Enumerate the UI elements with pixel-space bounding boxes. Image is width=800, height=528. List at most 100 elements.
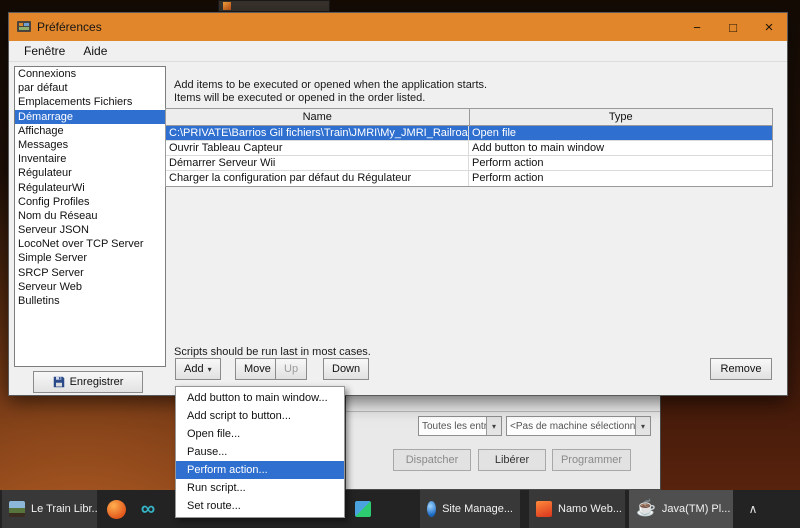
cell-type[interactable]: Add button to main window <box>469 141 772 155</box>
menu-item-add-button-to-main-window[interactable]: Add button to main window... <box>176 389 344 407</box>
taskbar-app-namo[interactable]: Namo Web... <box>529 490 625 528</box>
down-button[interactable]: Down <box>323 358 369 380</box>
taskbar-app-label: Le Train Libr... <box>31 503 97 515</box>
orange-circle-app-icon <box>107 500 126 519</box>
combo-arrow-icon[interactable]: ▾ <box>486 417 501 435</box>
cell-type[interactable]: Perform action <box>469 156 772 170</box>
taskbar-app-java[interactable]: ☕ Java(TM) Pl... <box>629 490 733 528</box>
intro-line-2: Items will be executed or opened in the … <box>174 92 425 104</box>
minimize-button[interactable]: − <box>679 13 715 41</box>
taskbar-infinity-app-button[interactable]: ∞ <box>133 490 163 528</box>
taskbar-app-label: Namo Web... <box>558 503 622 515</box>
taskbar-app-button-2[interactable] <box>350 490 376 528</box>
sidebar-item-regulateurwi[interactable]: RégulateurWi <box>15 181 165 195</box>
namo-icon <box>536 501 552 517</box>
window-body: Connexions par défaut Emplacements Fichi… <box>9 62 787 395</box>
table-row[interactable]: Charger la configuration par défaut du R… <box>166 171 772 186</box>
sidebar-item-config-profiles[interactable]: Config Profiles <box>15 195 165 209</box>
taskbar-orange-app-button[interactable] <box>102 490 130 528</box>
menu-item-open-file[interactable]: Open file... <box>176 425 344 443</box>
menu-item-run-script[interactable]: Run script... <box>176 479 344 497</box>
sidebar-item-bulletins[interactable]: Bulletins <box>15 294 165 308</box>
column-header-type[interactable]: Type <box>470 109 773 125</box>
cell-name[interactable]: Charger la configuration par défaut du R… <box>166 171 469 186</box>
background-window-top-fragment <box>218 0 330 12</box>
sidebar-item-loconet-over-tcp[interactable]: LocoNet over TCP Server <box>15 237 165 251</box>
column-header-name[interactable]: Name <box>166 109 470 125</box>
sidebar-item-regulateur[interactable]: Régulateur <box>15 166 165 180</box>
sidebar-item-par-defaut[interactable]: par défaut <box>15 81 165 95</box>
menu-item-set-route[interactable]: Set route... <box>176 497 344 515</box>
maximize-button[interactable]: □ <box>715 13 751 41</box>
sidebar-item-connexions[interactable]: Connexions <box>15 67 165 81</box>
save-button[interactable]: Enregistrer <box>33 371 143 393</box>
sidebar-item-serveur-web[interactable]: Serveur Web <box>15 280 165 294</box>
background-window: Toutes les entrées ▾ <Pas de machine sél… <box>345 393 661 490</box>
add-button[interactable]: Add ▾ <box>175 358 221 380</box>
startup-items-table: Name Type C:\PRIVATE\Barrios Gil fichier… <box>165 108 773 187</box>
sidebar-item-messages[interactable]: Messages <box>15 138 165 152</box>
table-row[interactable]: Ouvrir Tableau Capteur Add button to mai… <box>166 141 772 156</box>
dispatcher-button[interactable]: Dispatcher <box>393 449 471 471</box>
sidebar-item-nom-du-reseau[interactable]: Nom du Réseau <box>15 209 165 223</box>
remove-button[interactable]: Remove <box>710 358 772 380</box>
up-button[interactable]: Up <box>275 358 307 380</box>
cell-name[interactable]: C:\PRIVATE\Barrios Gil fichiers\Train\JM… <box>166 126 469 140</box>
preferences-window: Préférences − □ × Fenêtre Aide Connexion… <box>8 12 788 396</box>
liberer-button[interactable]: Libérer <box>478 449 546 471</box>
menu-aide[interactable]: Aide <box>74 42 116 60</box>
java-icon: ☕ <box>636 501 656 517</box>
save-icon <box>53 376 65 388</box>
taskbar-app-site-manager[interactable]: Site Manage... <box>420 490 520 528</box>
window-title: Préférences <box>37 20 102 34</box>
sidebar-item-demarrage[interactable]: Démarrage <box>15 110 165 124</box>
sidebar-item-affichage[interactable]: Affichage <box>15 124 165 138</box>
sidebar-item-simple-server[interactable]: Simple Server <box>15 251 165 265</box>
startup-panel: Add items to be executed or opened when … <box>165 62 778 395</box>
save-button-label: Enregistrer <box>70 376 124 388</box>
sidebar-item-srcp-server[interactable]: SRCP Server <box>15 266 165 280</box>
combo-arrow-icon[interactable]: ▾ <box>635 417 650 435</box>
close-button[interactable]: × <box>751 13 787 41</box>
cell-name[interactable]: Ouvrir Tableau Capteur <box>166 141 469 155</box>
menu-item-pause[interactable]: Pause... <box>176 443 344 461</box>
generic-app-icon <box>355 501 371 517</box>
preferences-category-list: Connexions par défaut Emplacements Fichi… <box>14 66 166 367</box>
infinity-icon: ∞ <box>141 490 155 528</box>
menu-fenetre[interactable]: Fenêtre <box>15 42 74 60</box>
table-row[interactable]: Démarrer Serveur Wii Perform action <box>166 156 772 171</box>
fragment-app-icon <box>223 2 231 10</box>
menu-item-add-script-to-button[interactable]: Add script to button... <box>176 407 344 425</box>
programmer-button[interactable]: Programmer <box>552 449 631 471</box>
add-dropdown-menu: Add button to main window... Add script … <box>175 386 345 518</box>
cell-name[interactable]: Démarrer Serveur Wii <box>166 156 469 170</box>
taskbar-app-label: Java(TM) Pl... <box>662 503 730 515</box>
button-row: Add ▾ Move Up Down Remove <box>165 358 778 382</box>
sidebar-item-emplacements-fichiers[interactable]: Emplacements Fichiers <box>15 95 165 109</box>
tray-overflow-button[interactable]: ∧ <box>742 490 764 528</box>
move-button[interactable]: Move <box>235 358 280 380</box>
globe-icon <box>427 501 436 517</box>
machine-select-value: <Pas de machine sélectionnée> <box>507 421 635 432</box>
titlebar[interactable]: Préférences − □ × <box>9 13 787 41</box>
dropdown-arrow-icon: ▾ <box>208 365 212 374</box>
taskbar-app-le-train[interactable]: Le Train Libr... <box>2 490 97 528</box>
chevron-up-icon: ∧ <box>749 502 758 516</box>
add-button-label: Add <box>184 363 204 375</box>
sidebar-item-serveur-json[interactable]: Serveur JSON <box>15 223 165 237</box>
menu-item-perform-action[interactable]: Perform action... <box>176 461 344 479</box>
sidebar-item-inventaire[interactable]: Inventaire <box>15 152 165 166</box>
machine-select-combobox[interactable]: <Pas de machine sélectionnée> ▾ <box>506 416 651 436</box>
cell-type[interactable]: Open file <box>469 126 772 140</box>
table-row[interactable]: C:\PRIVATE\Barrios Gil fichiers\Train\JM… <box>166 126 772 141</box>
taskbar-app-label: Site Manage... <box>442 503 513 515</box>
entries-filter-value: Toutes les entrées <box>419 421 486 432</box>
train-app-icon <box>9 501 25 517</box>
entries-filter-combobox[interactable]: Toutes les entrées ▾ <box>418 416 502 436</box>
intro-line-1: Add items to be executed or opened when … <box>174 79 487 91</box>
app-icon <box>17 20 31 34</box>
scripts-note: Scripts should be run last in most cases… <box>174 346 371 358</box>
table-header: Name Type <box>166 109 772 126</box>
cell-type[interactable]: Perform action <box>469 171 772 186</box>
background-window-strip <box>346 394 660 412</box>
